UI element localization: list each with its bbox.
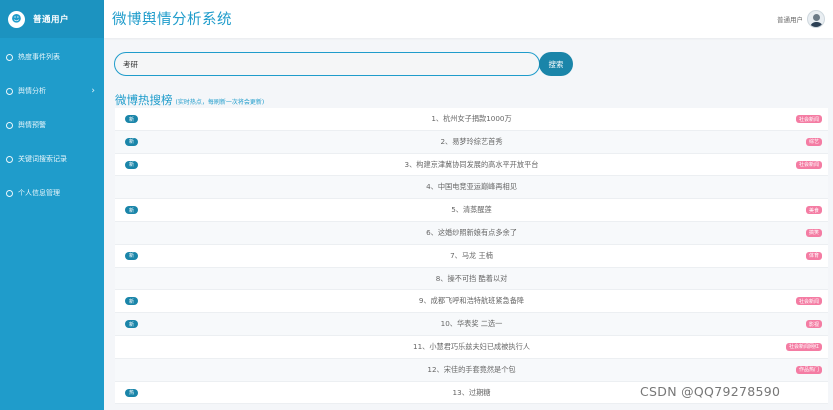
category-tag: 体育 [805, 251, 822, 260]
smiley-icon: ☻ [8, 10, 25, 28]
page-title: 微博舆情分析系统 [112, 12, 232, 28]
chevron-right-icon: › [91, 86, 95, 96]
user-label: 普通用户 [777, 16, 803, 24]
search-input[interactable] [114, 52, 540, 76]
hot-item-title[interactable]: 9、成都飞呼和浩特航班紧急备降 [115, 296, 828, 306]
hot-item-title[interactable]: 3、构建京津冀协同发展的高水平开放平台 [115, 160, 828, 170]
category-tag: 搞笑 [805, 228, 822, 237]
brand: ☻ 普通用户 [0, 0, 104, 38]
list-item[interactable]: 新 10、华表奖 二选一 影视 [115, 313, 828, 336]
sidebar-item-label: 舆情分析 [18, 87, 46, 95]
list-item[interactable]: 新 5、清蒸醒莲 美食 [115, 199, 828, 222]
category-tag: 社会新闻 [795, 297, 822, 306]
watermark: CSDN @QQ79278590 [640, 384, 781, 399]
header: 微博舆情分析系统 普通用户 [104, 0, 833, 38]
sidebar-item-keyword-records[interactable]: 关键词搜索记录 [0, 142, 104, 176]
circle-icon [6, 155, 13, 163]
section-title-text: 微博热搜榜 [115, 93, 173, 107]
sidebar-item-analysis[interactable]: 舆情分析 › [0, 74, 104, 108]
sidebar: ☻ 普通用户 热度事件列表 舆情分析 › 舆情预警 关键词搜索记录 个人信息管理 [0, 0, 104, 410]
sidebar-item-label: 个人信息管理 [18, 189, 60, 197]
hot-item-title[interactable]: 12、宋佳的手套竟然是个包 [115, 365, 828, 375]
category-tag: 综艺 [805, 137, 822, 146]
sidebar-item-label: 舆情预警 [18, 121, 46, 129]
list-item[interactable]: 新 1、杭州女子捐款1000万 社会新闻 [115, 108, 828, 131]
sidebar-item-profile[interactable]: 个人信息管理 [0, 176, 104, 210]
hot-item-title[interactable]: 6、这婚纱照新娘有点多余了 [115, 228, 828, 238]
hot-item-title[interactable]: 7、马龙 王楠 [115, 251, 828, 261]
circle-icon [6, 189, 13, 197]
brand-name: 普通用户 [33, 15, 70, 25]
hot-search-list: 新 1、杭州女子捐款1000万 社会新闻 新 2、易梦玲综艺首秀 综艺 新 3、… [115, 108, 828, 405]
hot-item-title[interactable]: 11、小慧君巧乐兹夫妇已成被执行人 [115, 342, 828, 352]
hot-item-title[interactable]: 2、易梦玲综艺首秀 [115, 137, 828, 147]
user-menu[interactable]: 普通用户 [777, 10, 825, 28]
circle-icon [6, 87, 13, 95]
category-tag: 作品热门 [795, 365, 822, 374]
circle-icon [6, 53, 13, 61]
category-tag: 美食 [805, 206, 822, 215]
circle-icon [6, 121, 13, 129]
list-item[interactable]: 8、操不可挡 酷着以对 [115, 267, 828, 291]
sidebar-item-warning[interactable]: 舆情预警 [0, 108, 104, 142]
section-subtitle: (实时热点，每刷新一次将会更新) [175, 99, 265, 106]
category-tag: 影视 [805, 320, 822, 329]
sidebar-nav: 热度事件列表 舆情分析 › 舆情预警 关键词搜索记录 个人信息管理 [0, 40, 104, 210]
category-tag: 社会新闻网红 [785, 342, 822, 351]
category-tag: 社会新闻 [795, 115, 822, 123]
user-avatar-icon[interactable] [807, 10, 825, 28]
list-item[interactable]: 6、这婚纱照新娘有点多余了 搞笑 [115, 221, 828, 245]
category-tag: 社会新闻 [795, 160, 822, 169]
section-title: 微博热搜榜 (实时热点，每刷新一次将会更新) [115, 92, 264, 108]
hot-item-title[interactable]: 4、中国电竞亚运巅峰再相见 [115, 182, 828, 192]
hot-item-title[interactable]: 10、华表奖 二选一 [115, 319, 828, 329]
hot-item-title[interactable]: 8、操不可挡 酷着以对 [115, 274, 828, 284]
list-item[interactable]: 11、小慧君巧乐兹夫妇已成被执行人 社会新闻网红 [115, 335, 828, 359]
sidebar-item-label: 热度事件列表 [18, 53, 60, 61]
hot-item-title[interactable]: 5、清蒸醒莲 [115, 205, 828, 215]
search-button[interactable]: 搜索 [539, 52, 573, 76]
list-item[interactable]: 新 2、易梦玲综艺首秀 综艺 [115, 130, 828, 154]
list-item[interactable]: 新 7、马龙 王楠 体育 [115, 244, 828, 268]
sidebar-item-hot-events[interactable]: 热度事件列表 [0, 40, 104, 74]
list-item[interactable]: 4、中国电竞亚运巅峰再相见 [115, 176, 828, 200]
list-item[interactable]: 新 9、成都飞呼和浩特航班紧急备降 社会新闻 [115, 290, 828, 314]
list-item[interactable]: 新 3、构建京津冀协同发展的高水平开放平台 社会新闻 [115, 153, 828, 177]
hot-item-title[interactable]: 1、杭州女子捐款1000万 [115, 114, 828, 124]
sidebar-item-label: 关键词搜索记录 [18, 155, 67, 163]
list-item[interactable]: 12、宋佳的手套竟然是个包 作品热门 [115, 358, 828, 382]
